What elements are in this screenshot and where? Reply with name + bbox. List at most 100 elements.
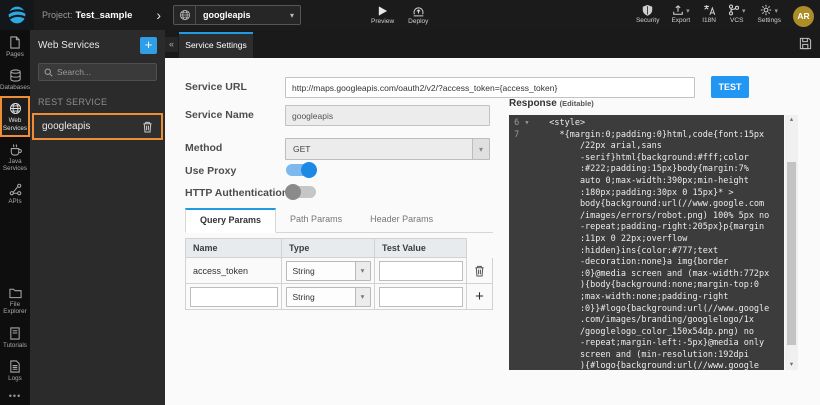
toggle-knob: [285, 184, 301, 200]
project-label: Project:Test_sample: [42, 10, 132, 21]
web-services-panel: Web Services + REST SERVICE googleapis: [30, 30, 165, 405]
column-header-test-value: Test Value: [375, 238, 467, 258]
add-row-button[interactable]: +: [475, 289, 484, 304]
export-button[interactable]: ▾ Export: [671, 4, 690, 24]
preview-button[interactable]: Preview: [371, 5, 394, 25]
service-url-label: Service URL: [185, 81, 247, 93]
param-name-cell: access_token: [185, 258, 282, 284]
search-input[interactable]: [57, 67, 151, 77]
http-auth-label: HTTP Authentication: [185, 187, 288, 199]
app-window: Project:Test_sample › googleapis ▾ Previ…: [0, 0, 820, 405]
deploy-button[interactable]: Deploy: [408, 5, 428, 25]
new-param-test-value-input[interactable]: [379, 287, 463, 307]
nav-rail-spacer: [0, 211, 30, 281]
trash-icon[interactable]: [142, 121, 153, 133]
top-bar: Project:Test_sample › googleapis ▾ Previ…: [0, 0, 820, 30]
table-row: access_token String ▾: [185, 258, 519, 284]
table-header-row: Name Type Test Value: [185, 238, 519, 258]
sidebar-item-databases[interactable]: Databases: [0, 63, 30, 96]
column-header-name: Name: [185, 238, 282, 258]
new-param-name-input[interactable]: [190, 287, 278, 307]
column-header-actions: [467, 238, 493, 258]
deploy-cloud-icon: [412, 5, 425, 17]
collapse-panel-icon[interactable]: «: [165, 37, 178, 52]
editor-tab-bar: « Service Settings: [165, 30, 820, 58]
method-label: Method: [185, 142, 222, 154]
sidebar-item-pages[interactable]: Pages: [0, 30, 30, 63]
shield-icon: [642, 4, 653, 16]
chevron-down-icon: ▾: [472, 139, 489, 159]
search-icon: [44, 68, 53, 77]
response-code-editor[interactable]: 6 ▾ 7 <style> *{margin:0;padding:0}html,…: [509, 115, 784, 370]
save-button[interactable]: [799, 37, 812, 50]
left-navigation-rail: Pages Databases Web Services Java Servic…: [0, 30, 30, 405]
wavemaker-logo-icon: [7, 5, 27, 25]
page-icon: [9, 36, 21, 49]
tab-service-settings[interactable]: Service Settings: [179, 32, 253, 58]
main-area: « Service Settings Service URL TEST Serv…: [165, 30, 820, 405]
params-tab-strip: Query Params Path Params Header Params: [185, 208, 493, 233]
use-proxy-label: Use Proxy: [185, 165, 236, 177]
add-service-button[interactable]: +: [140, 37, 157, 54]
sidebar-item-web-services[interactable]: Web Services: [0, 96, 30, 136]
export-icon: [672, 4, 684, 16]
rest-service-section-label: REST SERVICE: [38, 97, 157, 107]
service-name-input[interactable]: [285, 105, 490, 126]
vcs-button[interactable]: ▾ VCS: [728, 4, 746, 24]
database-icon: [9, 69, 22, 82]
method-select[interactable]: GET ▾: [285, 138, 490, 160]
param-test-value-input[interactable]: [379, 261, 463, 281]
response-label: Response (Editable): [509, 98, 594, 109]
more-options-icon[interactable]: •••: [0, 387, 30, 405]
scroll-up-icon[interactable]: ▴: [785, 115, 798, 125]
panel-title: Web Services: [38, 40, 100, 51]
param-type-select[interactable]: String ▾: [286, 261, 371, 281]
security-button[interactable]: Security: [636, 4, 659, 24]
http-auth-toggle[interactable]: [286, 186, 316, 198]
editor-code-text[interactable]: <style> *{margin:0;padding:0}html,code{f…: [539, 115, 784, 370]
sidebar-item-file-explorer[interactable]: File Explorer: [0, 281, 30, 320]
column-header-type: Type: [282, 238, 375, 258]
sidebar-item-java-services[interactable]: Java Services: [0, 137, 30, 177]
chevron-down-icon: ▾: [355, 288, 370, 306]
api-nodes-icon: [9, 183, 22, 196]
chevron-down-icon: ▾: [774, 7, 778, 15]
chevron-down-icon: ▾: [355, 262, 370, 280]
i18n-button[interactable]: I18N: [702, 4, 716, 24]
scroll-down-icon[interactable]: ▾: [785, 360, 798, 370]
tab-path-params[interactable]: Path Params: [276, 208, 356, 232]
scrollbar-thumb[interactable]: [787, 162, 796, 345]
user-avatar[interactable]: AR: [793, 6, 814, 27]
use-proxy-toggle[interactable]: [286, 164, 316, 176]
tab-header-params[interactable]: Header Params: [356, 208, 447, 232]
play-icon: [377, 5, 388, 17]
service-search[interactable]: [38, 63, 157, 81]
service-url-input[interactable]: [285, 77, 695, 98]
new-param-type-select[interactable]: String ▾: [286, 287, 371, 307]
chevron-down-icon: ▾: [742, 7, 746, 15]
branch-icon: [728, 4, 740, 16]
sidebar-item-apis[interactable]: APIs: [0, 177, 30, 210]
toggle-knob: [301, 162, 317, 178]
project-name: Test_sample: [76, 10, 133, 21]
editor-line-numbers: 6 ▾ 7: [509, 115, 539, 370]
breadcrumb-chevron-icon: ›: [156, 8, 161, 22]
globe-icon: [9, 102, 22, 115]
service-list-item-googleapis[interactable]: googleapis: [32, 113, 163, 140]
chevron-down-icon: ▾: [686, 7, 690, 15]
globe-icon: [174, 6, 196, 24]
test-button[interactable]: TEST: [711, 76, 749, 98]
table-new-row: String ▾ +: [185, 284, 519, 310]
sidebar-item-logs[interactable]: Logs: [0, 354, 30, 387]
chevron-down-icon: ▾: [290, 11, 300, 20]
trash-icon: [474, 265, 485, 277]
tab-query-params[interactable]: Query Params: [185, 208, 276, 233]
settings-button[interactable]: ▾ Settings: [758, 4, 782, 24]
service-selector-dropdown[interactable]: googleapis ▾: [173, 5, 301, 25]
app-logo[interactable]: [0, 0, 34, 30]
sidebar-item-tutorials[interactable]: Tutorials: [0, 321, 30, 354]
service-selector-value: googleapis: [196, 10, 290, 20]
method-value: GET: [286, 144, 472, 154]
delete-row-button[interactable]: [474, 265, 485, 277]
editor-scrollbar[interactable]: ▴ ▾: [785, 115, 798, 370]
